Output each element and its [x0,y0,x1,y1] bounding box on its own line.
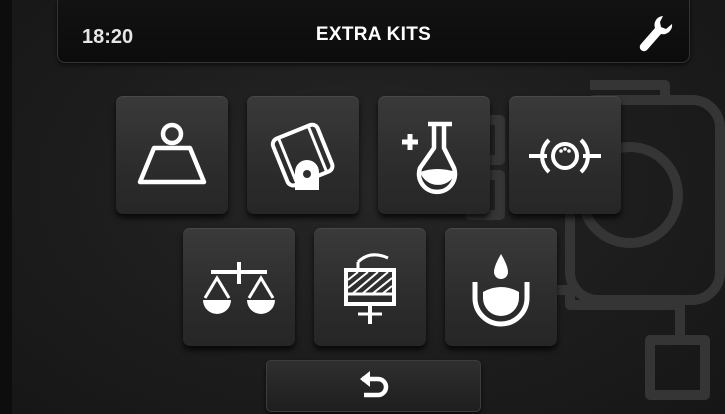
kit-balance-button[interactable] [183,228,295,346]
kit-water-drop-button[interactable] [445,228,557,346]
kit-filter-cartridge-button[interactable] [247,96,359,214]
filter-cartridge-icon [270,122,335,190]
filter-housing-icon [344,253,396,324]
kit-add-reagent-button[interactable] [378,96,490,214]
back-button[interactable] [266,360,481,412]
page-title: EXTRA KITS [315,24,432,45]
water-drop-bowl-icon [472,254,530,327]
back-arrow-icon [360,371,389,398]
add-reagent-flask-icon [402,121,458,195]
sensor-icon [529,138,601,174]
kit-sensor-button[interactable] [509,96,621,214]
kit-filter-housing-button[interactable] [314,228,426,346]
kit-weight-button[interactable] [116,96,228,214]
balance-scale-icon [203,262,275,314]
wrench-icon[interactable] [637,14,673,54]
bezel [0,0,12,414]
weight-icon [137,122,207,185]
top-bar: 18:20 EXTRA KITS [57,0,690,63]
screen: 18:20 EXTRA KITS [0,0,725,414]
